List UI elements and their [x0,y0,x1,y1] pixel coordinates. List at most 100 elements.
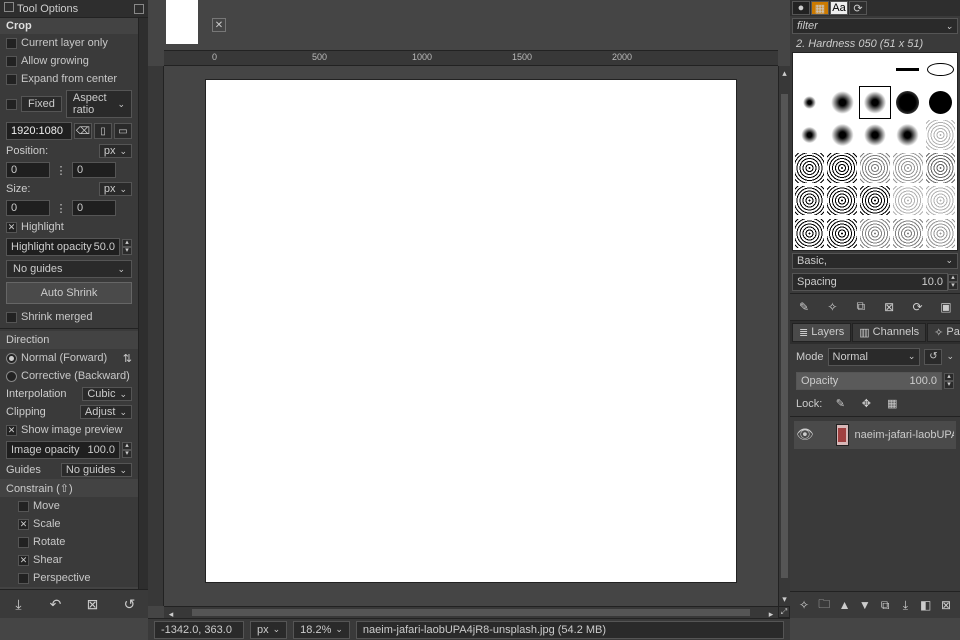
guides2-select[interactable]: No guides⌄ [61,463,132,477]
brush-item[interactable] [924,119,957,152]
link-icon[interactable]: ⋮ [54,162,68,178]
reset-icon[interactable]: ↺ [119,594,141,614]
show-preview-checkbox[interactable] [6,425,17,436]
clipping-select[interactable]: Adjust⌄ [80,405,132,419]
save-preset-icon[interactable]: ⤓ [8,594,30,614]
delete-brush-icon[interactable]: ⊠ [879,298,899,316]
duplicate-layer-icon[interactable]: ⧉ [875,596,895,614]
auto-shrink-button[interactable]: Auto Shrink [6,282,132,304]
brush-item[interactable] [891,151,924,184]
fixed-checkbox[interactable] [6,99,17,110]
brush-filter-input[interactable]: filter⌄ [792,18,958,34]
size-w-input[interactable] [6,200,50,216]
panel-menu-icon[interactable] [134,4,144,14]
raise-layer-icon[interactable]: ▲ [835,596,855,614]
normal-forward-radio[interactable] [6,353,17,364]
scroll-left-icon[interactable]: ◂ [164,607,178,618]
allow-growing-checkbox[interactable] [6,56,17,67]
brush-item[interactable] [891,119,924,152]
patterns-tab-icon[interactable]: ▦ [811,1,829,15]
merge-down-icon[interactable]: ⤓ [895,596,915,614]
dock-icon[interactable] [4,2,14,12]
history-tab-icon[interactable]: ⟳ [849,1,867,15]
refresh-brush-icon[interactable]: ⟳ [908,298,928,316]
layer-thumbnail[interactable] [836,424,848,446]
tab-paths[interactable]: ✧Paths [927,323,960,342]
zoom-select[interactable]: 18.2%⌄ [293,621,350,639]
shear-checkbox[interactable] [18,555,29,566]
new-brush-icon[interactable]: ✧ [822,298,842,316]
visibility-toggle-icon[interactable]: 👁 [796,426,814,444]
brush-item[interactable] [826,53,859,86]
new-layer-icon[interactable]: ✧ [794,596,814,614]
delete-preset-icon[interactable]: ⊠ [82,594,104,614]
brush-item[interactable] [924,184,957,217]
position-x-input[interactable] [6,162,50,178]
mode-switch-icon[interactable]: ↺ [924,349,942,365]
size-h-input[interactable] [72,200,116,216]
fonts-tab-icon[interactable]: Aa [830,1,848,15]
lock-position-icon[interactable]: ✥ [858,396,874,412]
restore-preset-icon[interactable]: ↶ [45,594,67,614]
highlight-opacity-slider[interactable]: Highlight opacity50.0 [6,238,120,256]
vertical-scrollbar[interactable]: ▴ ▾ [778,66,790,606]
brush-item[interactable] [793,86,826,119]
brush-item[interactable] [859,217,892,250]
corrective-backward-radio[interactable] [6,371,17,382]
horizontal-scrollbar[interactable]: ◂ ▸ [164,606,778,618]
layer-opacity-spin[interactable]: ▴▾ [944,373,954,389]
spacing-spin[interactable]: ▴▾ [948,274,958,290]
brush-item[interactable] [826,151,859,184]
brush-item[interactable] [891,184,924,217]
layer-row[interactable]: 👁 naeim-jafari-laobUPA4jR8-unsplash.jpg [794,421,956,449]
brush-item[interactable] [859,151,892,184]
lock-alpha-icon[interactable]: ▦ [884,396,900,412]
canvas-viewport[interactable] [164,66,778,606]
fixed-button[interactable]: Fixed [21,96,62,112]
open-brush-icon[interactable]: ▣ [936,298,956,316]
portrait-icon[interactable]: ▯ [94,123,112,139]
highlight-opacity-spin[interactable]: ▴▾ [122,239,132,255]
brush-item-selected[interactable] [859,86,892,119]
close-tab-icon[interactable]: ✕ [212,18,226,32]
layer-opacity-slider[interactable]: Opacity100.0 [796,372,942,390]
perspective-checkbox[interactable] [18,573,29,584]
brush-item[interactable] [826,217,859,250]
document-tab-thumb[interactable] [166,0,198,44]
size-unit-select[interactable]: px⌄ [99,182,132,196]
guides-select[interactable]: No guides⌄ [6,260,132,278]
brush-item[interactable] [793,217,826,250]
landscape-icon[interactable]: ▭ [114,123,132,139]
scroll-right-icon[interactable]: ▸ [764,607,778,618]
position-unit-select[interactable]: px⌄ [99,144,132,158]
brush-item[interactable] [826,86,859,119]
rotate-checkbox[interactable] [18,537,29,548]
brush-item[interactable] [891,53,924,86]
brush-item[interactable] [859,53,892,86]
aspect-ratio-select[interactable]: Aspect ratio⌄ [66,90,132,118]
scale-checkbox[interactable] [18,519,29,530]
brush-item[interactable] [891,86,924,119]
brush-item[interactable] [793,151,826,184]
brush-item[interactable] [859,184,892,217]
spacing-slider[interactable]: Spacing10.0 [792,273,948,291]
brushes-tab-icon[interactable]: ● [792,1,810,15]
status-unit-select[interactable]: px⌄ [250,621,287,639]
duplicate-brush-icon[interactable]: ⧉ [851,298,871,316]
position-y-input[interactable] [72,162,116,178]
brush-item[interactable] [793,53,826,86]
expand-center-checkbox[interactable] [6,74,17,85]
highlight-checkbox[interactable] [6,222,17,233]
brush-item[interactable] [793,184,826,217]
new-group-icon[interactable]: 🗀 [814,596,834,614]
edit-brush-icon[interactable]: ✎ [794,298,814,316]
brush-item[interactable] [924,53,957,86]
delete-layer-icon[interactable]: ⊠ [936,596,956,614]
vertical-ruler[interactable] [148,66,164,606]
aspect-value-input[interactable] [6,122,72,140]
scroll-up-icon[interactable]: ▴ [779,66,790,80]
navigate-icon[interactable]: ⤢ [778,606,790,618]
tab-channels[interactable]: ▥Channels [852,323,926,342]
chevron-down-icon[interactable]: ⌄ [946,351,954,362]
scroll-down-icon[interactable]: ▾ [779,592,790,606]
